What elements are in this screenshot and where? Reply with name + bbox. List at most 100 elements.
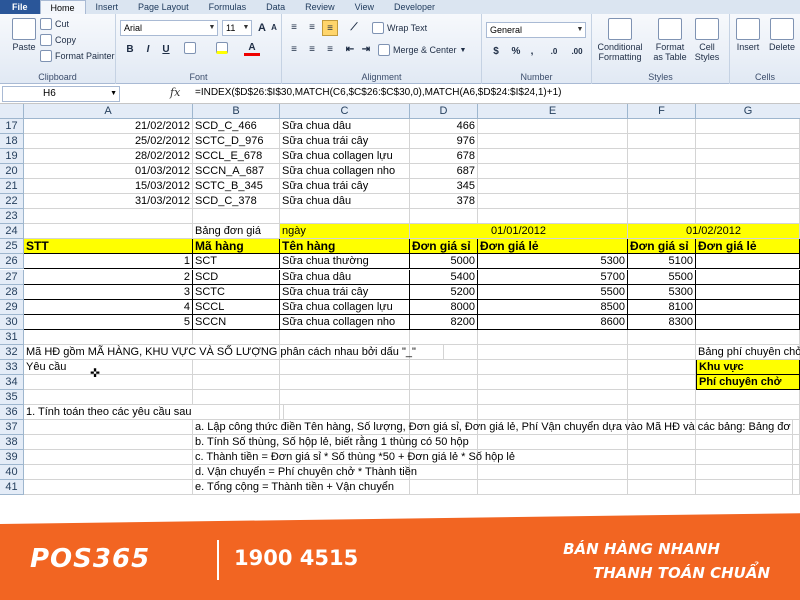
cell-b[interactable]: b. Tính Số thùng, Số hộp lẻ, biết rằng 1… [193,435,793,451]
cell-c[interactable]: ngày [280,224,410,240]
percent-button[interactable]: % [508,44,524,60]
cell-g[interactable]: Khu vực [696,359,800,375]
cell-b[interactable]: SCD_C_466 [193,119,280,134]
cell-b[interactable]: Bảng đơn giá [193,224,280,240]
wrap-text-button[interactable]: Wrap Text [372,22,427,34]
cell-g[interactable] [696,179,800,195]
cell-c[interactable]: Sữa chua collagen lựu [280,299,410,315]
cell-c[interactable]: Sữa chua dâu [280,119,410,134]
cell-g[interactable] [696,164,800,180]
cell-e[interactable] [478,179,628,195]
cell-a[interactable] [24,435,193,451]
row-header[interactable]: 27 [0,269,24,285]
cell-c[interactable] [280,374,410,390]
cell-f[interactable] [628,389,696,405]
cell-c[interactable] [280,404,410,420]
align-center-button[interactable]: ≡ [304,42,320,58]
cell-e[interactable] [478,194,628,210]
tab-view[interactable]: View [345,0,384,14]
align-left-button[interactable]: ≡ [286,42,302,58]
cell-c[interactable]: Sữa chua collagen lựu [280,149,410,165]
row-header[interactable]: 20 [0,164,24,180]
cell-g[interactable] [696,299,800,315]
cell-g[interactable]: Phí chuyên chở [696,374,800,390]
cell-b[interactable] [193,374,280,390]
cell-a[interactable]: 01/03/2012 [24,164,193,180]
cell-e[interactable] [478,134,628,150]
cell-f[interactable] [628,149,696,165]
align-bottom-button[interactable]: ≡ [322,20,338,36]
cell-b[interactable]: SCCN [193,314,280,330]
row-header[interactable]: 32 [0,344,24,360]
cell-c[interactable]: Sữa chua dâu [280,269,410,285]
cell-d[interactable]: 5000 [410,254,478,270]
cell-g[interactable] [696,329,800,345]
cell-d[interactable]: 976 [410,134,478,150]
cell-c[interactable]: Sữa chua thường [280,254,410,270]
cell-g[interactable] [696,284,800,300]
shrink-font-button[interactable]: A [266,20,282,36]
date-header-cell[interactable]: 01/02/2012 [628,224,800,240]
date-header-cell[interactable]: 01/01/2012 [410,224,628,240]
cell-e[interactable]: Đơn giá lẻ [478,239,628,255]
cell-b[interactable]: a. Lập công thức điền Tên hàng, Số lượng… [193,420,793,435]
cell-c[interactable] [280,329,410,345]
formula-input[interactable]: =INDEX($D$26:$I$30,MATCH(C6,$C$26:$C$30,… [195,87,561,98]
cell-a[interactable]: 1. Tính toán theo các yêu cầu sau [24,404,284,420]
cell-d[interactable]: 678 [410,149,478,165]
delete-button[interactable]: Delete [764,16,800,66]
row-header[interactable]: 36 [0,404,24,420]
cell-f[interactable] [628,134,696,150]
cell-a[interactable]: 2 [24,269,193,285]
cell-d[interactable]: 345 [410,179,478,195]
cell-a[interactable]: STT [24,239,193,255]
bold-button[interactable]: B [122,42,138,58]
cell-d[interactable]: 687 [410,164,478,180]
cell-g[interactable] [696,404,800,420]
name-box[interactable]: H6 ▼ [2,86,120,102]
align-right-button[interactable]: ≡ [322,42,338,58]
cell-a[interactable]: 31/03/2012 [24,194,193,210]
tab-page-layout[interactable]: Page Layout [128,0,199,14]
cell-f[interactable]: 8300 [628,314,696,330]
cell-e[interactable] [478,329,628,345]
cell-g[interactable] [696,194,800,210]
comma-style-button[interactable]: , [524,44,540,60]
cell-b[interactable]: d. Vận chuyển = Phí chuyên chở * Thành t… [193,465,793,481]
cell-c[interactable]: Sữa chua trái cây [280,179,410,195]
cell-c[interactable]: Sữa chua dâu [280,194,410,210]
cell-e[interactable] [478,164,628,180]
cell-e[interactable] [478,389,628,405]
underline-button[interactable]: U [158,42,174,58]
cell-f[interactable]: Đơn giá sỉ [628,239,696,255]
cell-d[interactable] [410,389,478,405]
row-header[interactable]: 18 [0,134,24,150]
fill-color-button[interactable] [214,42,230,58]
row-header[interactable]: 35 [0,389,24,405]
select-all-corner[interactable] [0,104,24,119]
cell-d[interactable]: 466 [410,119,478,134]
cell-a[interactable] [24,374,193,390]
cell-c[interactable] [280,209,410,225]
row-header[interactable]: 34 [0,374,24,390]
cell-g[interactable] [696,389,800,405]
cell-d[interactable]: Đơn giá sỉ [410,239,478,255]
font-color-button[interactable]: A [244,42,260,56]
orientation-button[interactable]: ⟋ [346,20,362,36]
cell-b[interactable]: SCTC_B_345 [193,179,280,195]
cell-g[interactable] [696,134,800,150]
row-header[interactable]: 39 [0,450,24,466]
cell-d[interactable] [410,374,478,390]
row-header[interactable]: 37 [0,420,24,435]
column-header-c[interactable]: C [280,104,410,119]
row-header[interactable]: 41 [0,480,24,496]
row-header[interactable]: 21 [0,179,24,195]
cell-a[interactable] [24,420,193,435]
cell-b[interactable] [193,389,280,405]
cell-d[interactable] [410,329,478,345]
cell-f[interactable] [628,359,696,375]
cell-g[interactable] [696,314,800,330]
cell-f[interactable]: 5100 [628,254,696,270]
column-header-a[interactable]: A [24,104,193,119]
tab-insert[interactable]: Insert [86,0,129,14]
